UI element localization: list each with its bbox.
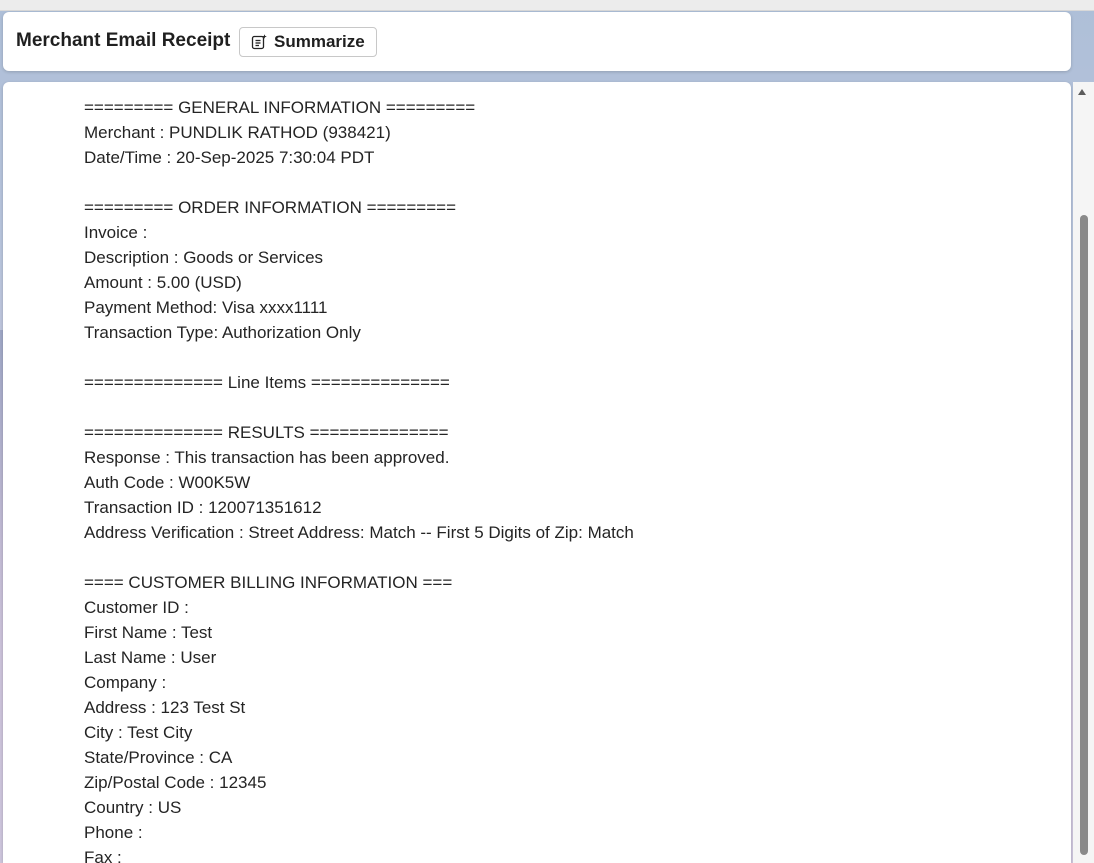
receipt-line: Invoice :: [84, 223, 148, 242]
page-title: Merchant Email Receipt: [16, 30, 231, 51]
receipt-line: City : Test City: [84, 723, 193, 742]
receipt-line: Last Name : User: [84, 648, 217, 667]
receipt-line: Transaction ID : 120071351612: [84, 498, 322, 517]
receipt-body[interactable]: ========= GENERAL INFORMATION ========= M…: [3, 82, 1071, 863]
receipt-line: Auth Code : W00K5W: [84, 473, 251, 492]
receipt-header: Merchant Email Receipt Summarize: [3, 12, 1071, 71]
scrollbar-thumb[interactable]: [1080, 215, 1088, 855]
summarize-button[interactable]: Summarize: [239, 27, 377, 57]
top-window-edge: [0, 0, 1094, 11]
blank-line: [84, 345, 634, 370]
receipt-text: ========= GENERAL INFORMATION ========= M…: [84, 95, 634, 863]
receipt-line: Country : US: [84, 798, 182, 817]
blank-line: [84, 545, 634, 570]
receipt-line: First Name : Test: [84, 623, 213, 642]
blank-line: [84, 170, 634, 195]
receipt-line: Amount : 5.00 (USD): [84, 273, 242, 292]
receipt-line: Address Verification : Street Address: M…: [84, 523, 634, 542]
receipt-line: Customer ID :: [84, 598, 189, 617]
receipt-line: ========= GENERAL INFORMATION =========: [84, 98, 476, 117]
receipt-line: Address : 123 Test St: [84, 698, 246, 717]
receipt-line: Zip/Postal Code : 12345: [84, 773, 267, 792]
receipt-line: ============== Line Items ==============: [84, 373, 450, 392]
receipt-line: Company :: [84, 673, 167, 692]
receipt-line: Payment Method: Visa xxxx1111: [84, 298, 328, 317]
blank-line: [84, 395, 634, 420]
receipt-line: Merchant : PUNDLIK RATHOD (938421): [84, 123, 391, 142]
receipt-line: Date/Time : 20-Sep-2025 7:30:04 PDT: [84, 148, 375, 167]
receipt-line: State/Province : CA: [84, 748, 233, 767]
scroll-up-arrow-icon[interactable]: [1078, 89, 1086, 95]
receipt-line: ==== CUSTOMER BILLING INFORMATION ===: [84, 573, 453, 592]
receipt-line: ============== RESULTS ==============: [84, 423, 449, 442]
receipt-line: ========= ORDER INFORMATION =========: [84, 198, 456, 217]
receipt-line: Response : This transaction has been app…: [84, 448, 450, 467]
summarize-sparkle-icon: [250, 33, 268, 51]
receipt-line: Phone :: [84, 823, 143, 842]
receipt-line: Transaction Type: Authorization Only: [84, 323, 361, 342]
summarize-label: Summarize: [274, 32, 365, 51]
receipt-line: Fax :: [84, 848, 122, 863]
receipt-line: Description : Goods or Services: [84, 248, 324, 267]
